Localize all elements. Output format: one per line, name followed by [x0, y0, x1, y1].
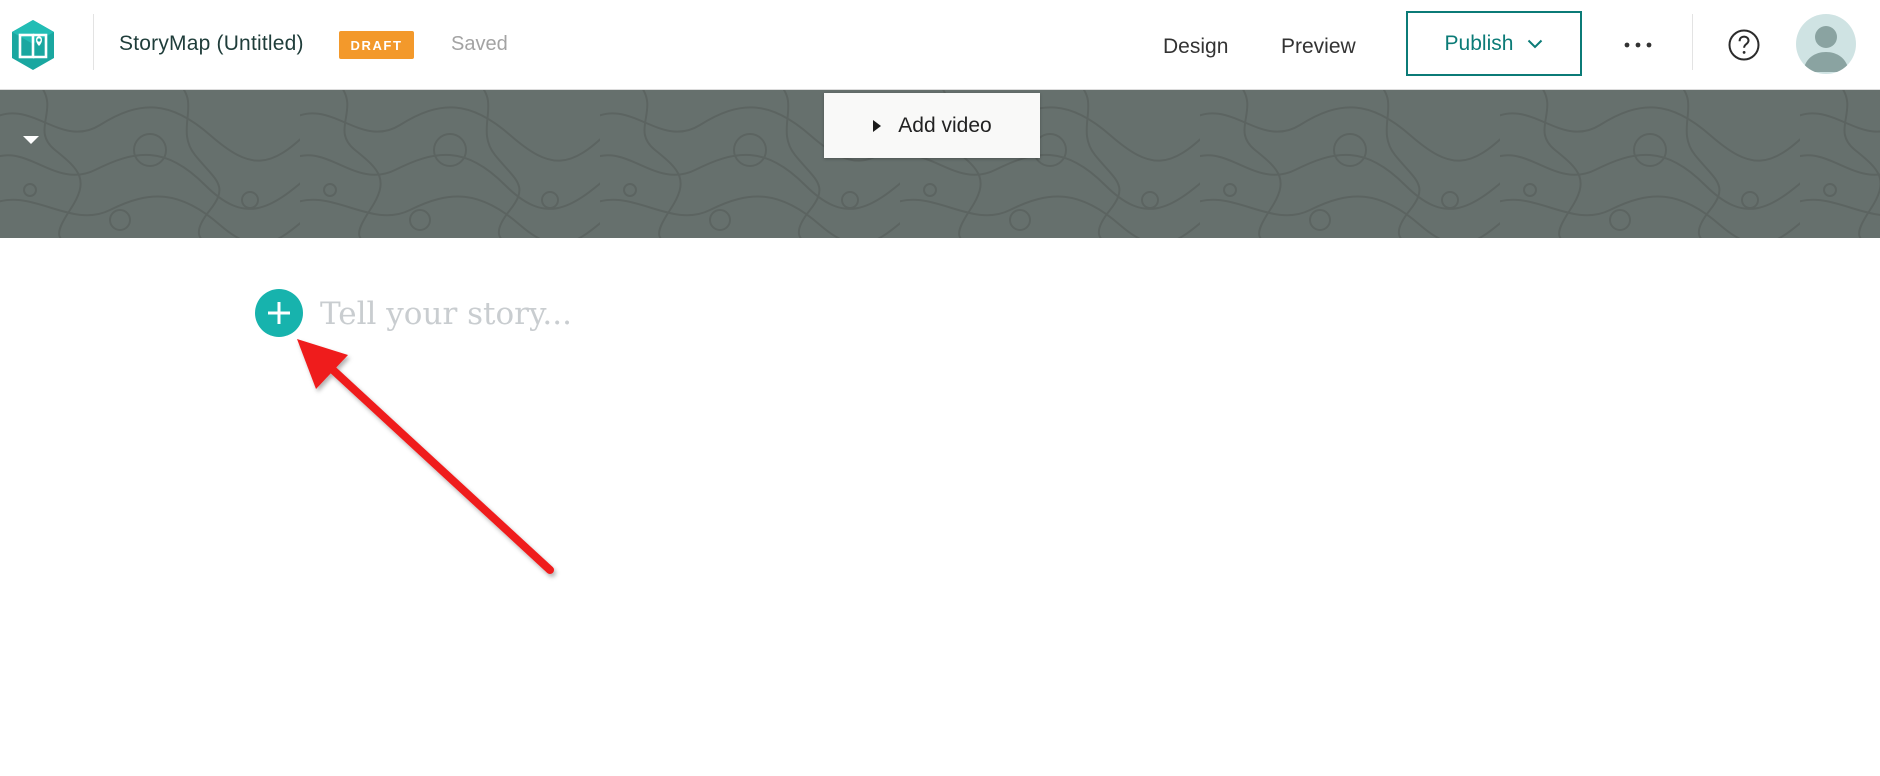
avatar-icon: [1803, 26, 1849, 72]
header-divider: [93, 14, 94, 70]
status-badge: DRAFT: [339, 31, 414, 59]
story-body-input[interactable]: [320, 292, 1080, 336]
add-video-label: Add video: [898, 113, 992, 137]
publish-label: Publish: [1444, 31, 1514, 55]
design-button[interactable]: Design: [1163, 35, 1228, 59]
add-block-button[interactable]: [255, 289, 303, 337]
add-video-button[interactable]: Add video: [824, 93, 1040, 158]
save-status: Saved: [451, 33, 508, 55]
publish-button[interactable]: Publish: [1406, 11, 1582, 76]
more-options-icon[interactable]: [1618, 30, 1658, 60]
plus-icon: [268, 302, 290, 324]
story-title[interactable]: StoryMap (Untitled): [119, 32, 304, 56]
top-bar: StoryMap (Untitled) DRAFT Saved Design P…: [0, 0, 1880, 90]
play-triangle-icon: [873, 119, 882, 132]
preview-button[interactable]: Preview: [1281, 35, 1356, 59]
help-icon[interactable]: [1727, 28, 1761, 62]
caret-down-icon[interactable]: [20, 130, 42, 148]
chevron-down-icon: [1528, 39, 1543, 48]
user-avatar[interactable]: [1796, 14, 1856, 74]
storymaps-logo-icon[interactable]: [10, 19, 56, 71]
header-divider: [1692, 14, 1693, 70]
